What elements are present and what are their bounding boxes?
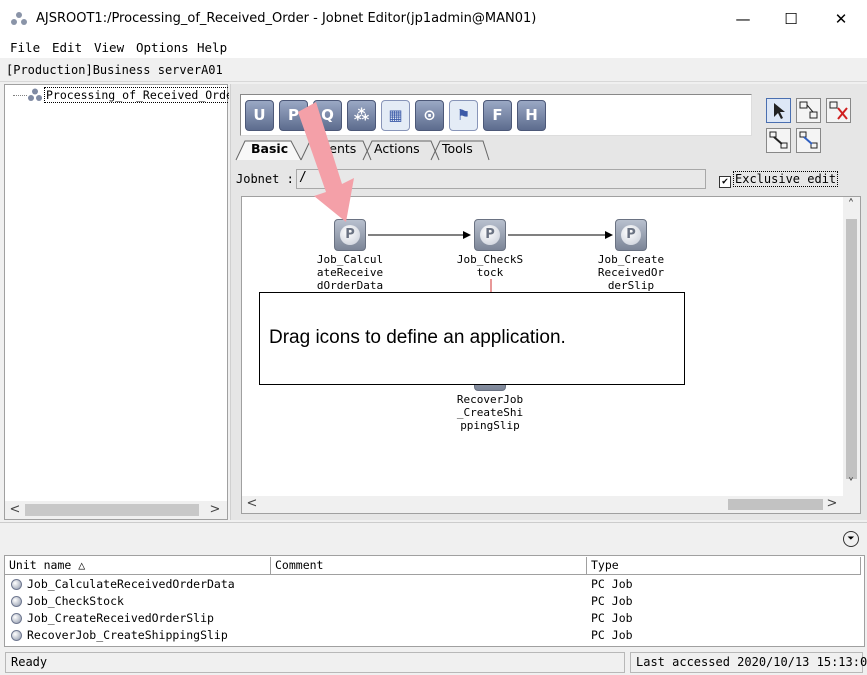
select-tool-button[interactable]: [766, 98, 791, 123]
column-header-unit-name[interactable]: Unit name △: [5, 557, 271, 575]
unit-icon[interactable]: U: [245, 100, 274, 131]
row-unit-name: Job_CalculateReceivedOrderData: [27, 577, 235, 591]
jobnet-editor-app-icon: [11, 12, 27, 25]
host-link-icon[interactable]: H: [517, 100, 546, 131]
connect-tool-button[interactable]: [766, 128, 791, 153]
close-button[interactable]: ✕: [826, 8, 856, 30]
title-bar: AJSROOT1:/Processing_of_Received_Order -…: [0, 0, 867, 38]
connect-nodes-icon: [799, 101, 818, 119]
list-row[interactable]: RecoverJob_CreateShippingSlip PC Job: [5, 627, 865, 644]
drag-hint-tooltip: Drag icons to define an application.: [259, 292, 685, 385]
exclusive-edit-checkbox[interactable]: ✔ Exclusive edit: [719, 171, 839, 188]
checkbox-checked-icon[interactable]: ✔: [719, 176, 731, 188]
tree-node-label[interactable]: Processing_of_Received_Order: [44, 87, 229, 103]
row-type: PC Job: [591, 577, 633, 591]
scroll-right-icon[interactable]: >: [207, 502, 223, 518]
pc-job-row-icon: [11, 613, 22, 624]
relation-line-icon: [769, 131, 788, 149]
tab-actions[interactable]: Actions: [374, 140, 420, 160]
scroll-down-icon[interactable]: ˅: [843, 477, 859, 493]
scroll-thumb[interactable]: [25, 504, 199, 516]
scroll-left-icon[interactable]: <: [7, 502, 23, 518]
panel-splitter[interactable]: [0, 522, 867, 526]
tree-connector-line: [13, 95, 27, 96]
tree-node-root[interactable]: Processing_of_Received_Order: [13, 87, 229, 103]
row-type: PC Job: [591, 594, 633, 608]
row-type: PC Job: [591, 611, 633, 625]
scroll-thumb[interactable]: [846, 219, 857, 479]
job-icon-checkstock[interactable]: P: [474, 219, 506, 251]
job-icon-create-slip[interactable]: P: [615, 219, 647, 251]
window-title: AJSROOT1:/Processing_of_Received_Order -…: [36, 11, 537, 26]
tab-basic[interactable]: Basic: [251, 140, 288, 160]
list-row[interactable]: Job_CalculateReceivedOrderData PC Job: [5, 576, 865, 593]
branch-relation-icon: [799, 131, 818, 149]
column-header-type[interactable]: Type: [587, 557, 861, 575]
menu-view[interactable]: View: [94, 40, 124, 55]
scroll-left-icon[interactable]: <: [244, 496, 260, 512]
maximize-button[interactable]: ☐: [776, 8, 806, 30]
status-bar: Ready Last accessed 2020/10/13 15:13:00: [0, 650, 867, 675]
pc-job-row-icon: [11, 630, 22, 641]
row-unit-name: Job_CheckStock: [27, 594, 124, 608]
menu-options[interactable]: Options: [136, 40, 189, 55]
job-label-create-slip: Job_Create ReceivedOr derSlip: [597, 253, 665, 292]
flag-job-icon[interactable]: ⚑: [449, 100, 478, 131]
minimize-button[interactable]: —: [728, 8, 758, 30]
edit-tool-buttons: [764, 96, 856, 160]
layout-tool-button[interactable]: [796, 98, 821, 123]
pc-job-row-icon: [11, 596, 22, 607]
tab-tools[interactable]: Tools: [442, 140, 473, 160]
context-label: [Production]Business serverA01: [0, 60, 867, 82]
scroll-right-icon[interactable]: >: [824, 496, 840, 512]
list-row[interactable]: Job_CreateReceivedOrderSlip PC Job: [5, 610, 865, 627]
pc-job-row-icon: [11, 579, 22, 590]
collapse-chevron-icon[interactable]: ⏷: [843, 531, 859, 547]
status-text: Ready: [5, 652, 625, 673]
menu-help[interactable]: Help: [197, 40, 227, 55]
job-label-checkstock: Job_CheckS tock: [456, 253, 524, 279]
scroll-thumb[interactable]: [728, 499, 823, 510]
branch-tool-button[interactable]: [796, 128, 821, 153]
tree-horizontal-scrollbar[interactable]: < >: [5, 501, 227, 519]
jobnet-path-label: Jobnet :: [236, 172, 294, 186]
exclusive-edit-label: Exclusive edit: [733, 171, 839, 187]
drag-hint-arrow: [298, 102, 354, 222]
column-header-comment[interactable]: Comment: [271, 557, 587, 575]
jobnet-tree-panel: Processing_of_Received_Order < >: [4, 84, 229, 520]
judgment-job-icon[interactable]: ⊙: [415, 100, 444, 131]
cursor-arrow-icon: [774, 103, 785, 119]
menu-bar: File Edit View Options Help: [0, 38, 867, 58]
delete-relation-icon: [829, 101, 848, 120]
pc-job-glyph: P: [480, 225, 500, 245]
file-monitor-icon[interactable]: F: [483, 100, 512, 131]
row-type: PC Job: [591, 628, 633, 642]
list-row[interactable]: Job_CheckStock PC Job: [5, 593, 865, 610]
unit-list: Unit name △ Comment Type Job_CalculateRe…: [4, 555, 865, 647]
scroll-up-icon[interactable]: ˄: [843, 198, 859, 214]
job-label-recover: RecoverJob _CreateShi ppingSlip: [456, 393, 524, 432]
jobnet-connector-icon[interactable]: ▦: [381, 100, 410, 131]
delete-relation-button[interactable]: [826, 98, 851, 123]
menu-file[interactable]: File: [10, 40, 40, 55]
pc-job-glyph: P: [621, 225, 641, 245]
canvas-vertical-scrollbar[interactable]: ˄ ˅: [843, 197, 860, 513]
row-unit-name: Job_CreateReceivedOrderSlip: [27, 611, 214, 625]
canvas-horizontal-scrollbar[interactable]: < >: [242, 496, 844, 513]
row-unit-name: RecoverJob_CreateShippingSlip: [27, 628, 228, 642]
job-label-calculate: Job_Calcul ateReceive dOrderData: [316, 253, 384, 292]
jobnet-icon: [28, 88, 42, 101]
menu-edit[interactable]: Edit: [52, 40, 82, 55]
last-accessed-text: Last accessed 2020/10/13 15:13:00: [630, 652, 867, 673]
